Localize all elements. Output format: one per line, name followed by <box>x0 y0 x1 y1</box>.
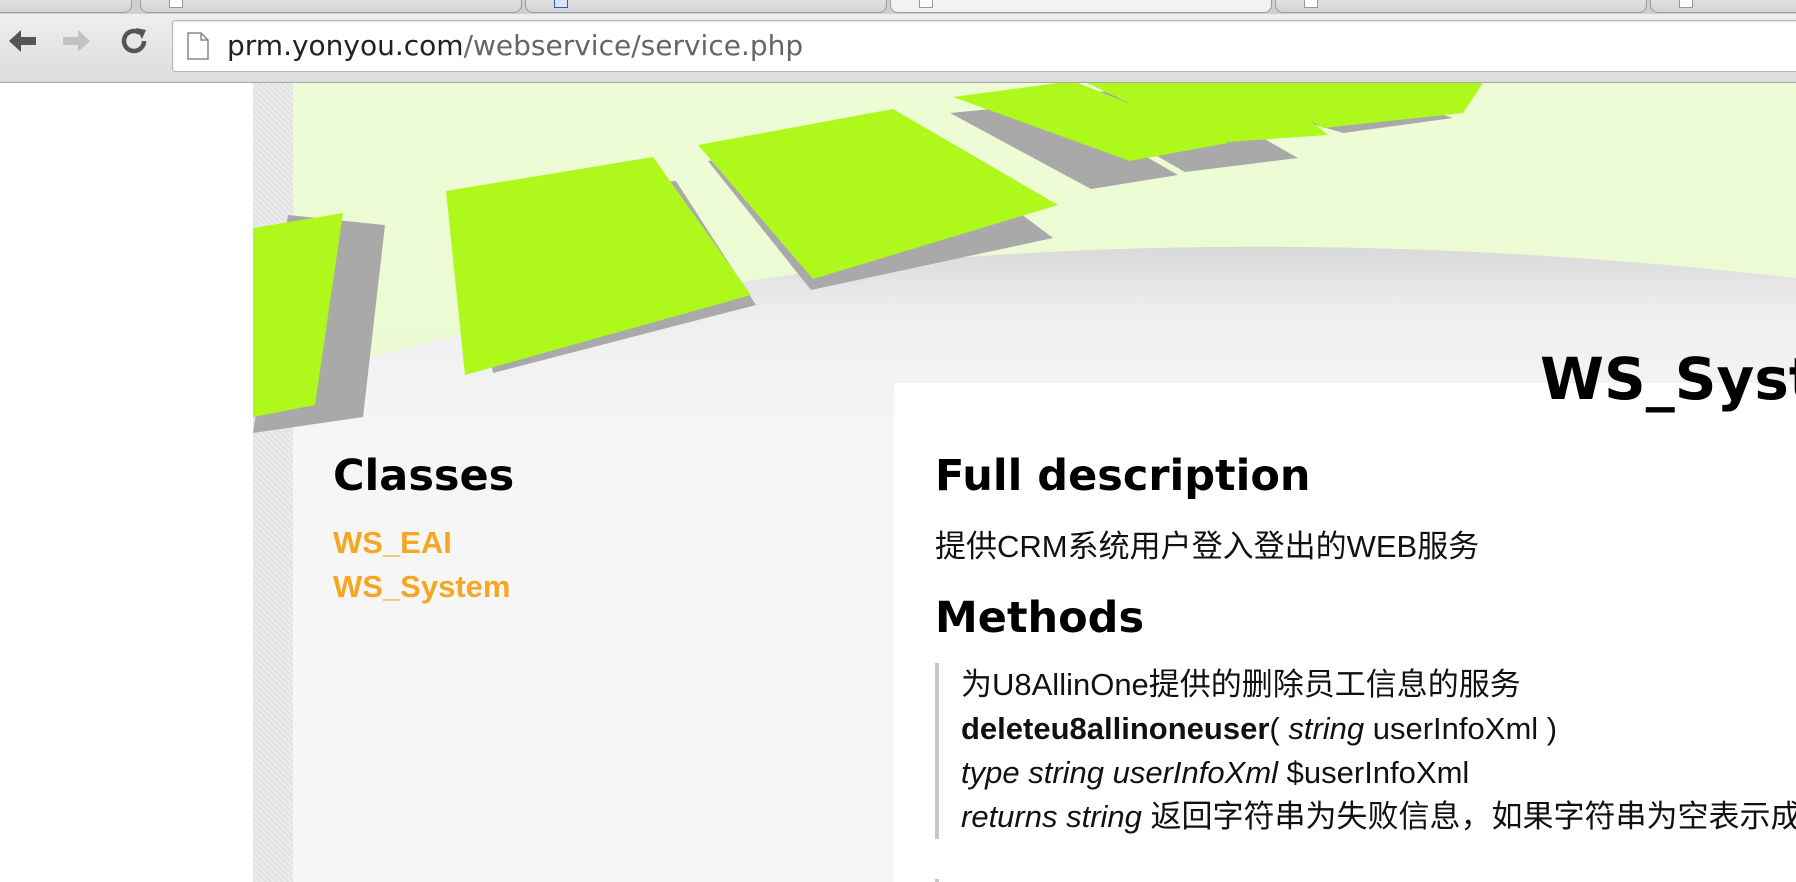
page-favicon-icon <box>1679 0 1693 8</box>
method-type-label: type string userInfoXml <box>961 755 1279 790</box>
tab-strip <box>0 0 1796 14</box>
browser-tab[interactable] <box>525 0 887 13</box>
method-block: 为U8AllinOne提供的删除员工信息的服务 deleteu8allinone… <box>935 663 1796 839</box>
back-button[interactable] <box>2 22 42 60</box>
browser-tab[interactable] <box>0 0 132 13</box>
url-path: /webservice/service.php <box>463 29 804 62</box>
browser-tab[interactable] <box>1650 0 1796 13</box>
page-favicon-icon <box>169 0 183 8</box>
forward-arrow-icon <box>63 30 90 52</box>
url-host: prm.yonyou.com <box>227 29 464 62</box>
browser-tab[interactable] <box>1275 0 1647 13</box>
page-icon <box>187 32 209 60</box>
full-description-heading: Full description <box>935 451 1311 501</box>
page-favicon-icon <box>919 0 933 8</box>
reload-button[interactable] <box>114 22 154 60</box>
page-favicon-icon <box>554 0 568 8</box>
method-name: deleteu8allinoneuser <box>961 711 1270 746</box>
browser-tab[interactable] <box>140 0 522 13</box>
methods-heading: Methods <box>935 593 1145 643</box>
page-body: WS_System Classes WS_EAI WS_System Full … <box>253 83 1796 882</box>
class-link-ws-eai[interactable]: WS_EAI <box>333 521 510 565</box>
address-bar[interactable]: prm.yonyou.com/webservice/service.php <box>172 20 1796 72</box>
page-favicon-icon <box>1304 0 1318 8</box>
address-url: prm.yonyou.com/webservice/service.php <box>227 31 803 61</box>
method-summary: 为U8AllinOne提供的删除员工信息的服务 <box>961 667 1521 702</box>
method-returns-label: returns string <box>961 799 1142 834</box>
back-arrow-icon <box>9 30 36 52</box>
method-param-type: string <box>1288 711 1365 746</box>
method-type-line: type string userInfoXml $userInfoXml <box>961 751 1796 795</box>
method-open-paren: ( <box>1269 711 1289 746</box>
page-title: WS_System <box>1540 345 1796 413</box>
class-link-ws-system[interactable]: WS_System <box>333 565 510 609</box>
method-returns-value: 返回字符串为失败信息，如果字符串为空表示成功 <box>1141 799 1796 834</box>
method-returns-line: returns string 返回字符串为失败信息，如果字符串为空表示成功 <box>961 795 1796 839</box>
reload-icon <box>121 28 147 54</box>
method-signature: deleteu8allinoneuser( string userInfoXml… <box>961 707 1796 751</box>
browser-tab-active[interactable] <box>890 0 1272 13</box>
page-viewport: WS_System Classes WS_EAI WS_System Full … <box>0 83 1796 882</box>
browser-chrome: prm.yonyou.com/webservice/service.php <box>0 0 1796 83</box>
class-description: 提供CRM系统用户登入登出的WEB服务 <box>935 529 1480 564</box>
classes-heading: Classes <box>333 451 515 501</box>
method-param-name: userInfoXml ) <box>1364 711 1558 746</box>
method-type-value: $userInfoXml <box>1278 755 1470 790</box>
forward-button[interactable] <box>57 22 97 60</box>
class-list: WS_EAI WS_System <box>333 521 510 609</box>
